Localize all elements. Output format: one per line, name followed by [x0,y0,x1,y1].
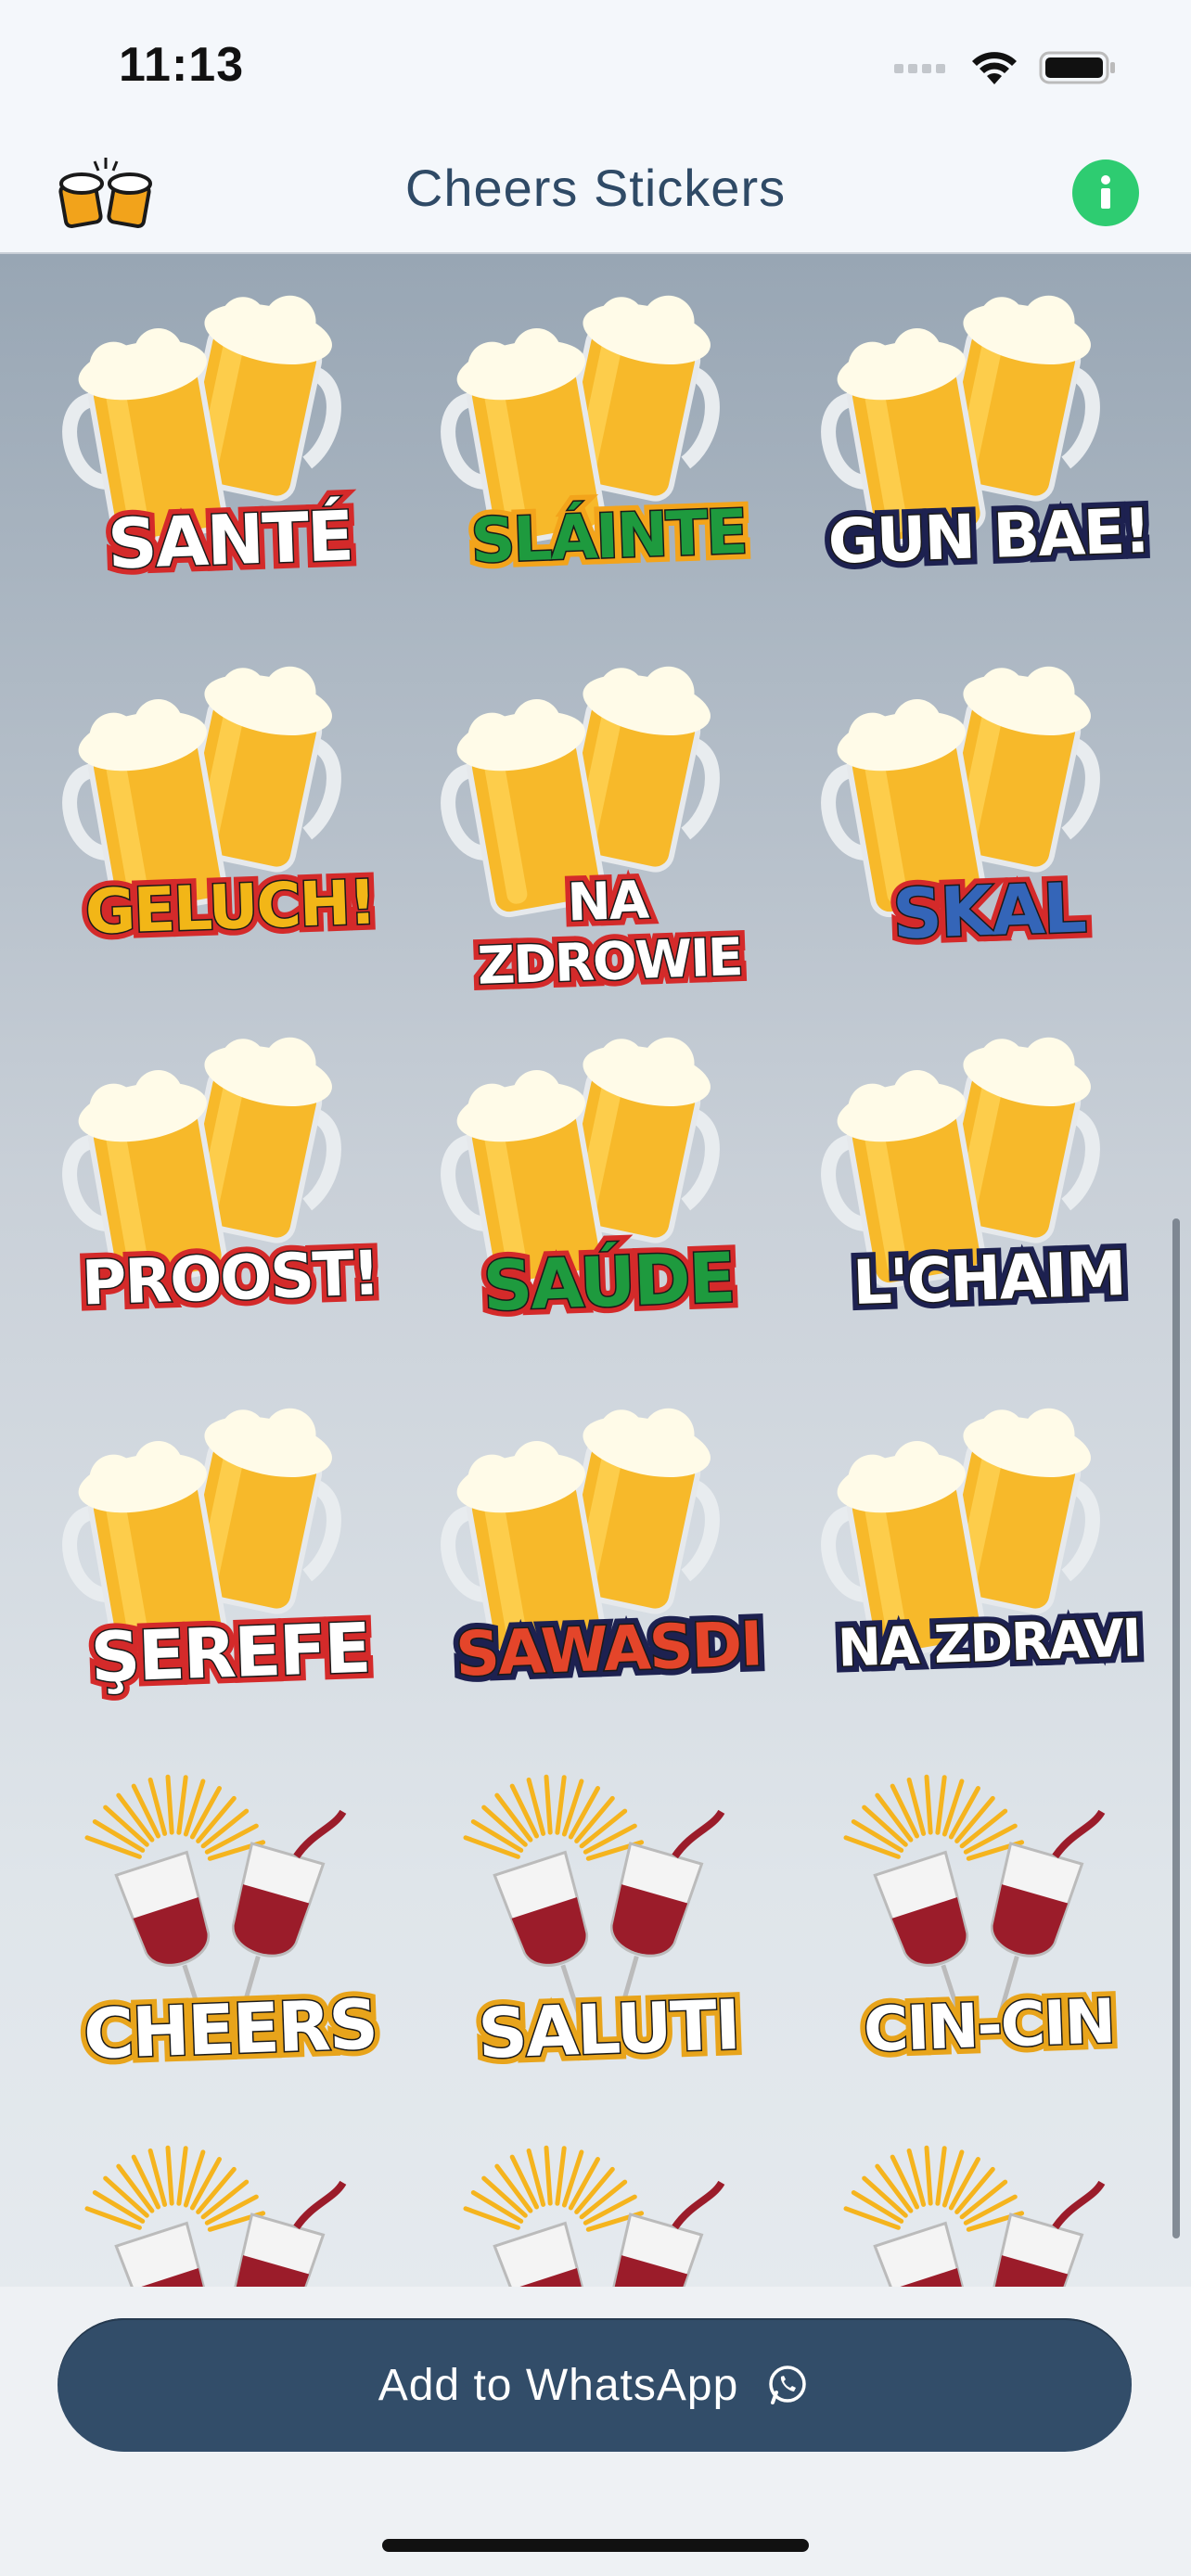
navigation-bar: Cheers Stickers [0,139,1191,254]
status-bar: 11:13 [0,0,1191,139]
home-indicator[interactable] [382,2539,809,2552]
sticker-item[interactable]: SLÁINTE SLÁINTE [432,287,785,640]
sticker-label-fill: SAWASDI [454,1607,764,1691]
sticker-label-fill: NA ZDRAVI [836,1607,1143,1680]
sticker-item[interactable]: SKAL SKAL [813,658,1165,1011]
sticker-label-fill: ŞEREFE [88,1607,372,1699]
wifi-icon [972,52,1017,84]
sticker-item[interactable]: SANTÉ SANTÉ [54,287,406,640]
sticker-item[interactable]: NA ZDRAVI NA ZDRAVI [813,1400,1165,1753]
sticker-item[interactable]: CHEERS CHEERS [54,1767,406,2120]
sticker-label-fill: SLÁINTE [468,494,749,578]
sticker-item[interactable]: SAÚDE SAÚDE [432,1029,785,1382]
sticker-label-fill: SKAL [890,867,1088,956]
cellular-signal-icon [894,64,945,73]
info-button[interactable] [1072,159,1139,226]
sticker-label-fill: GUN BAE! [826,493,1152,579]
add-to-whatsapp-label: Add to WhatsApp [378,2360,739,2410]
sticker-label-fill: NA ZDROWIE [475,869,744,998]
sticker-item[interactable]: GELUCH! GELUCH! [54,658,406,1011]
sticker-item[interactable]: NA ZDROWIE NA ZDROWIE [432,658,785,1011]
sticker-item[interactable]: ŞEREFE ŞEREFE [54,1400,406,1753]
sticker-label-fill: CIN-CIN [861,1984,1116,2067]
page-title: Cheers Stickers [404,159,787,217]
sticker-label-fill: CHEERS [81,1983,378,2076]
sticker-label-fill: L'CHAIM [851,1236,1128,1320]
sticker-item[interactable]: PROOST! PROOST! [54,1029,406,1382]
status-icons [894,45,1117,91]
sticker-item[interactable]: CIN-CIN CIN-CIN [813,1767,1165,2120]
sticker-label-fill: SAÚDE [480,1237,736,1328]
sticker-grid-scroll-area[interactable]: SANTÉ SANTÉ SLÁINTE SLÁINTE GUN BAE! GUN… [0,254,1191,2576]
sticker-label-fill: PROOST! [79,1236,381,1320]
status-time: 11:13 [119,38,245,92]
sticker-label-fill: SALUTI [475,1984,741,2076]
sticker-item[interactable]: L'CHAIM L'CHAIM [813,1029,1165,1382]
sticker-label-fill: GELUCH! [83,865,378,950]
battery-icon [1039,51,1115,84]
scroll-indicator[interactable] [1172,1218,1180,2238]
sticker-item[interactable]: SALUTI SALUTI [432,1767,785,2120]
sticker-label-fill: SANTÉ [105,495,354,586]
sticker-item[interactable]: SAWASDI SAWASDI [432,1400,785,1753]
whatsapp-icon [769,2366,807,2404]
add-to-whatsapp-button[interactable]: Add to WhatsApp [58,2318,1132,2452]
sticker-item[interactable]: GUN BAE! GUN BAE! [813,287,1165,640]
info-icon [1101,175,1110,209]
